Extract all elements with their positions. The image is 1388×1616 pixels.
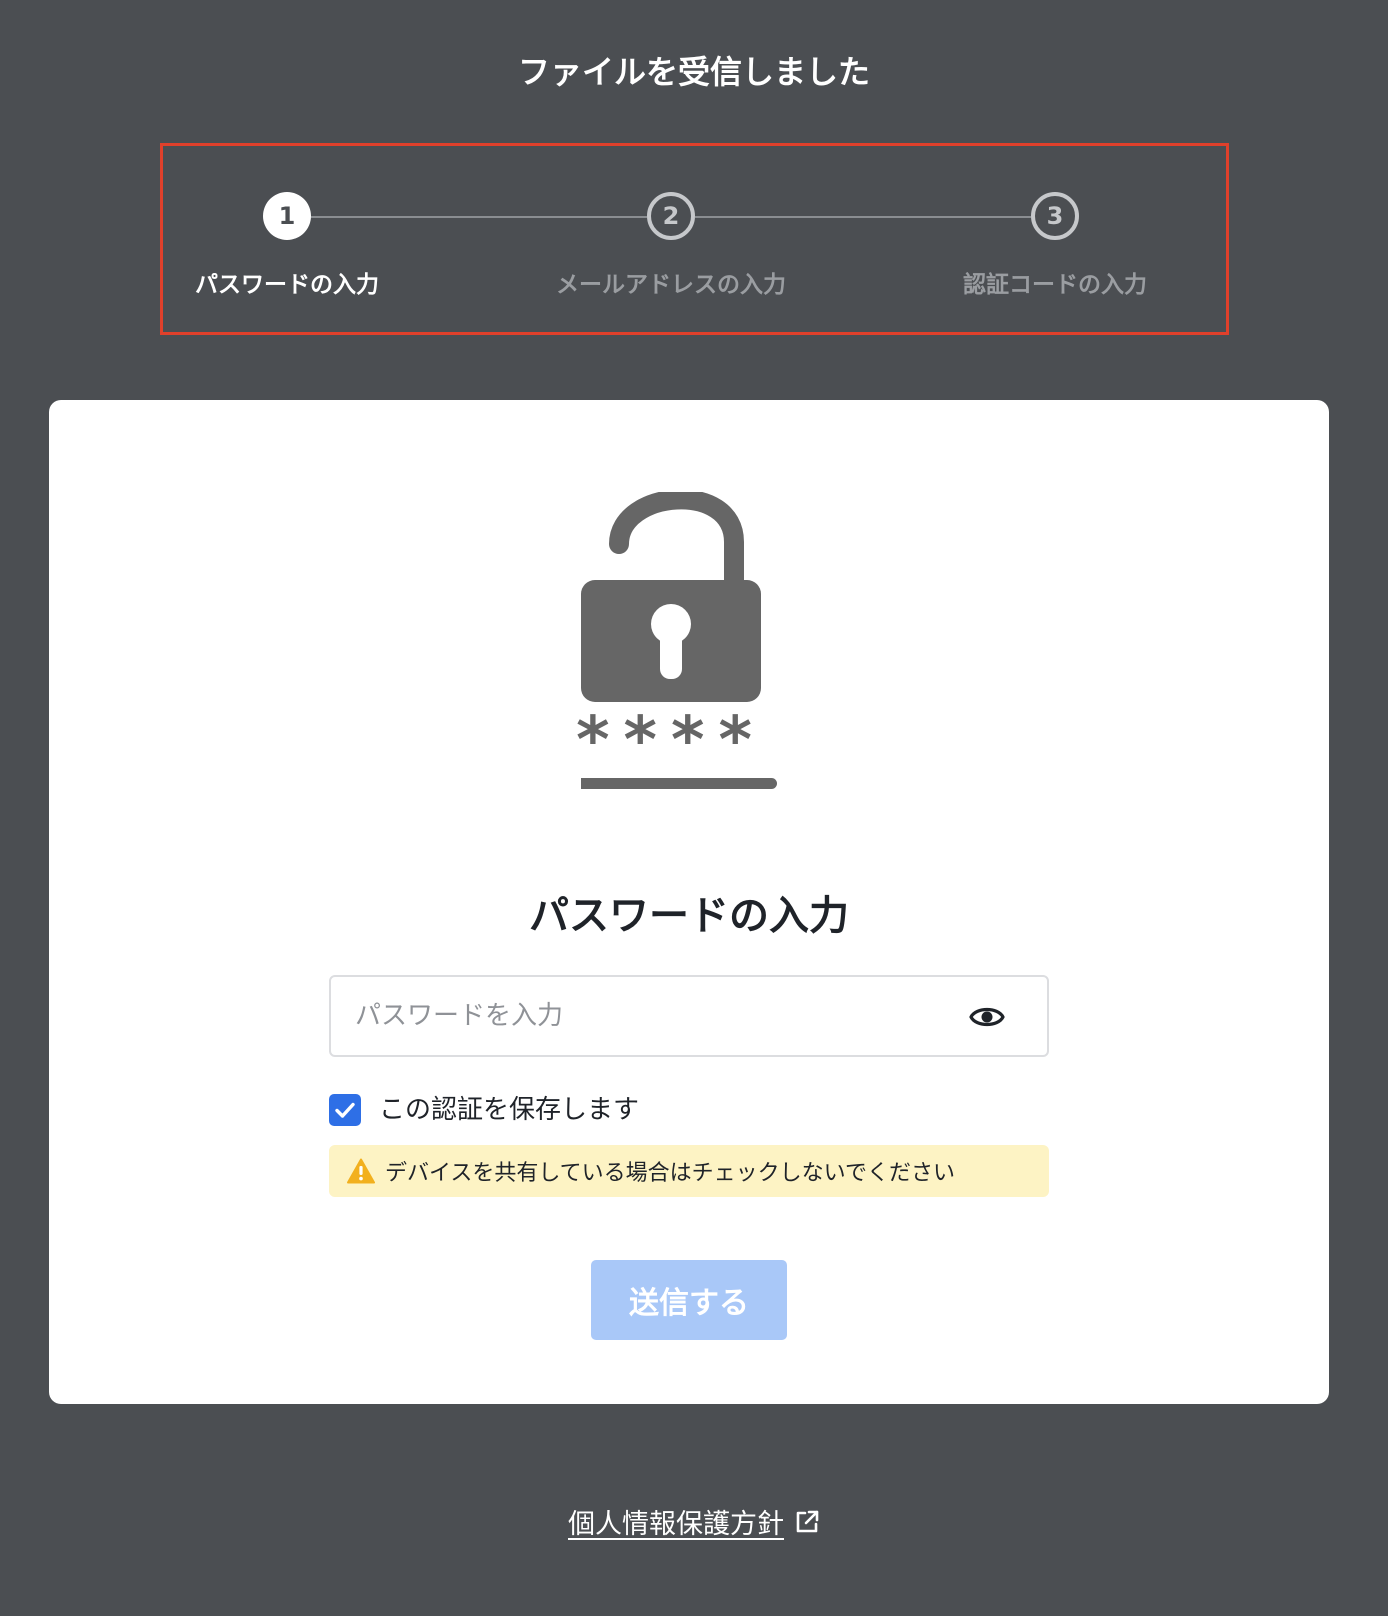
progress-stepper: 1 2 3 パスワードの入力 メールアドレスの入力 認証コードの入力 [160,143,1229,335]
warning-triangle-icon [347,1158,375,1184]
password-input[interactable] [355,977,935,1055]
step-3-circle: 3 [1031,192,1079,240]
footer: 個人情報保護方針 [0,1502,1388,1541]
remember-auth-checkbox[interactable] [329,1094,361,1126]
eye-icon[interactable] [969,999,1005,1035]
submit-button[interactable]: 送信する [591,1260,787,1340]
check-icon [335,1102,355,1118]
step-connector-1-2 [311,216,647,218]
step-2-circle: 2 [647,192,695,240]
page-title: ファイルを受信しました [517,53,870,91]
warning-banner: デバイスを共有している場合はチェックしないでください [329,1145,1049,1197]
warning-text: デバイスを共有している場合はチェックしないでください [385,1161,956,1186]
step-2-label: メールアドレスの入力 [556,272,786,298]
step-3-label: 認証コードの入力 [963,272,1147,298]
step-connector-2-3 [695,216,1031,218]
remember-auth-label[interactable]: この認証を保存します [379,1093,639,1127]
password-card: **** パスワードの入力 この認証を保存します デバイスを共有している場合はチ… [49,400,1329,1404]
step-3-number: 3 [1046,202,1064,230]
external-link-icon[interactable] [794,1509,820,1535]
unlocked-padlock-icon: **** [565,489,821,802]
step-1-label: パスワードの入力 [195,272,379,298]
password-field [329,975,1049,1057]
remember-auth-row: この認証を保存します [329,1093,639,1127]
step-1-number: 1 [278,202,296,230]
step-2-number: 2 [662,202,680,230]
step-1-circle: 1 [263,192,311,240]
card-heading: パスワードの入力 [529,893,849,939]
password-mask-text: **** [576,704,766,778]
privacy-policy-link[interactable]: 個人情報保護方針 [568,1502,784,1541]
